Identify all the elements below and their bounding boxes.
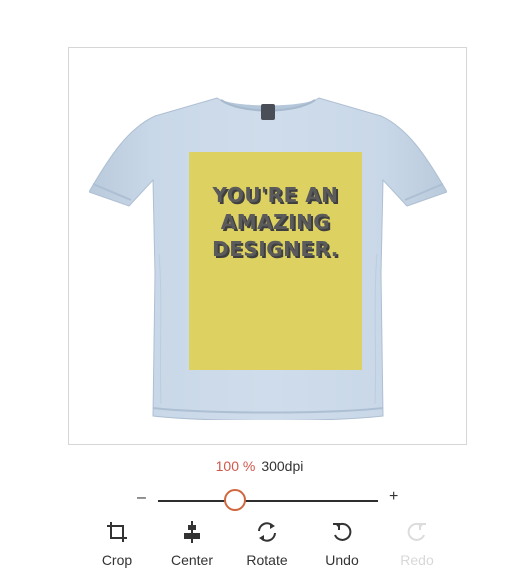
center-align-icon xyxy=(184,521,200,543)
zoom-slider[interactable]: – + xyxy=(0,488,519,514)
undo-icon xyxy=(333,522,352,541)
redo-button[interactable]: Redo xyxy=(382,519,452,575)
dpi-value: 300dpi xyxy=(261,458,304,474)
crop-label: Crop xyxy=(101,552,133,568)
design-text-line-2: AMAZING xyxy=(220,210,331,234)
print-area[interactable]: YOU'RE AN AMAZING DESIGNER. xyxy=(189,152,362,370)
design-editor: YOU'RE AN AMAZING DESIGNER. 100 % 300dpi … xyxy=(0,0,519,581)
zoom-info: 100 % 300dpi xyxy=(0,457,519,475)
design-text: YOU'RE AN AMAZING DESIGNER. xyxy=(189,182,362,263)
rotate-button[interactable]: Rotate xyxy=(232,519,302,575)
preview-canvas: YOU'RE AN AMAZING DESIGNER. xyxy=(68,47,467,445)
zoom-in-button[interactable]: + xyxy=(389,488,398,506)
slider-thumb[interactable] xyxy=(224,489,246,511)
design-text-line-3: DESIGNER. xyxy=(212,237,339,261)
redo-icon xyxy=(407,522,426,541)
center-button[interactable]: Center xyxy=(157,519,227,575)
slider-track[interactable] xyxy=(158,500,378,502)
undo-button[interactable]: Undo xyxy=(307,519,377,575)
design-text-line-1: YOU'RE AN xyxy=(212,183,339,207)
rotate-icon xyxy=(258,522,276,542)
zoom-out-button[interactable]: – xyxy=(137,489,146,507)
redo-label: Redo xyxy=(400,552,434,568)
crop-icon xyxy=(107,522,127,542)
crop-button[interactable]: Crop xyxy=(82,519,152,575)
center-label: Center xyxy=(170,552,214,568)
toolbar: Crop Center Rotate Undo Redo xyxy=(0,519,519,575)
rotate-label: Rotate xyxy=(246,552,288,568)
undo-label: Undo xyxy=(325,552,359,568)
zoom-percent: 100 % xyxy=(215,458,256,474)
